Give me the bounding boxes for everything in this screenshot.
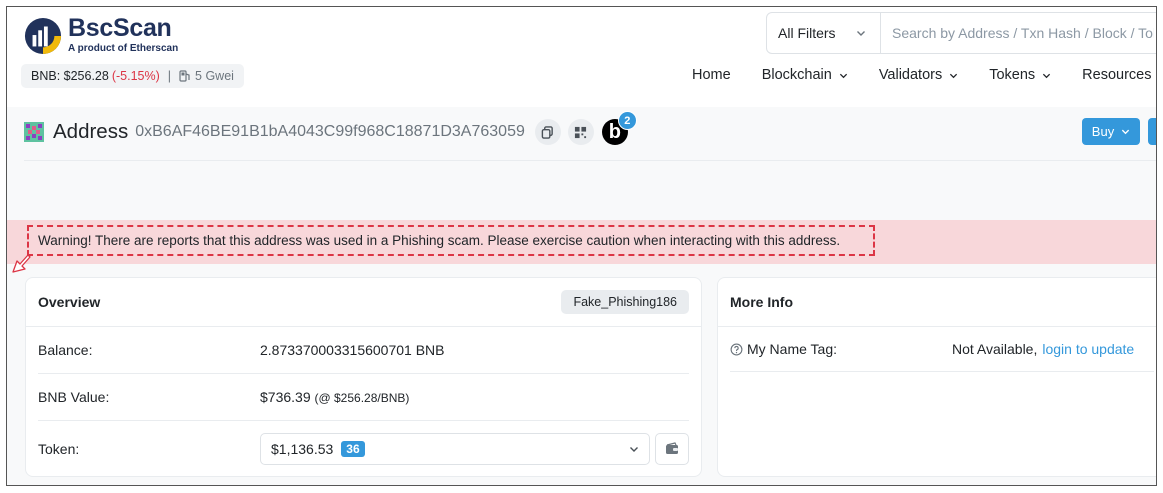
- overview-card-header: Overview Fake_Phishing186: [26, 278, 701, 327]
- chevron-down-icon: [1043, 73, 1051, 78]
- buy-button-label: Buy: [1091, 124, 1115, 139]
- bscscan-logo[interactable]: BscScan A product of Etherscan: [24, 16, 178, 55]
- nav-home[interactable]: Home: [692, 67, 731, 83]
- address-header: Address 0xB6AF46BE91B1bA4043C99f968C1887…: [24, 111, 637, 145]
- qr-code-icon: [575, 126, 587, 138]
- nav-blockchain-label: Blockchain: [761, 67, 832, 83]
- token-holdings-value: $1,136.53: [271, 441, 334, 457]
- nav-validators-label: Validators: [878, 67, 943, 83]
- login-to-update-link[interactable]: login to update: [1042, 341, 1134, 357]
- search-filter-dropdown[interactable]: All Filters: [767, 13, 881, 53]
- more-info-card: More Info My Name Tag: Not Available, lo…: [717, 277, 1156, 477]
- site-header: BscScan A product of Etherscan BNB: $256…: [7, 7, 1156, 107]
- nav-resources[interactable]: Resources: [1082, 67, 1156, 83]
- token-holdings-dropdown[interactable]: $1,136.53 36: [260, 433, 650, 465]
- address-hash: 0xB6AF46BE91B1bA4043C99f968C18871D3A7630…: [135, 123, 525, 140]
- token-row: Token: $1,136.53 36: [38, 421, 689, 477]
- chevron-down-icon: [1122, 129, 1130, 135]
- brand-name: BscScan: [68, 14, 172, 42]
- price-ticker: BNB: $256.28 (-5.15%) | 5 Gwei: [21, 64, 244, 88]
- main-content: Address 0xB6AF46BE91B1bA4043C99f968C1887…: [7, 107, 1156, 485]
- nav-resources-label: Resources: [1082, 67, 1152, 83]
- main-nav: Home Blockchain Validators Tokens Resour…: [692, 67, 1156, 83]
- search-bar: All Filters: [766, 12, 1156, 54]
- nav-tokens-label: Tokens: [989, 67, 1036, 83]
- nav-home-label: Home: [692, 67, 731, 83]
- question-circle-icon[interactable]: [730, 343, 743, 356]
- bscscan-logo-icon: [24, 17, 62, 54]
- name-tag-value: Not Available,: [952, 341, 1038, 357]
- bnb-value-amount: $736.39: [260, 389, 311, 405]
- bnb-value-rate: (@ $256.28/BNB): [314, 391, 410, 405]
- more-actions-button[interactable]: [1148, 118, 1156, 145]
- chevron-down-icon: [630, 447, 638, 452]
- gas-pump-icon: [179, 70, 190, 82]
- copy-address-button[interactable]: [534, 119, 561, 145]
- bnb-value-row: BNB Value: $736.39 (@ $256.28/BNB): [38, 374, 689, 421]
- qr-code-button[interactable]: [567, 119, 594, 145]
- bnb-price[interactable]: BNB: $256.28: [31, 69, 109, 83]
- blockscan-chat-button[interactable]: b 2: [601, 111, 637, 145]
- address-avatar-icon: [24, 122, 44, 142]
- overview-card: Overview Fake_Phishing186 Balance: 2.873…: [25, 277, 702, 477]
- gas-price[interactable]: 5 Gwei: [195, 69, 234, 83]
- header-divider: [24, 160, 1156, 161]
- nav-tokens[interactable]: Tokens: [989, 67, 1051, 83]
- wallet-icon: [666, 442, 678, 454]
- more-info-card-header: More Info: [718, 278, 1156, 327]
- page-title: Address: [53, 120, 129, 143]
- search-input[interactable]: [881, 13, 1156, 53]
- name-tag-label: My Name Tag:: [747, 341, 837, 357]
- token-count-badge: 36: [341, 441, 365, 457]
- bnb-value-label: BNB Value:: [38, 389, 110, 405]
- brand-tagline: A product of Etherscan: [68, 43, 179, 54]
- balance-value: 2.873370003315600701 BNB: [260, 342, 445, 358]
- chevron-down-icon: [857, 31, 865, 36]
- balance-label: Balance:: [38, 342, 93, 358]
- browser-frame: BscScan A product of Etherscan BNB: $256…: [6, 6, 1157, 486]
- nav-blockchain[interactable]: Blockchain: [762, 67, 848, 83]
- search-filter-label: All Filters: [778, 25, 836, 41]
- buy-button[interactable]: Buy: [1082, 118, 1140, 145]
- more-info-title: More Info: [730, 294, 793, 310]
- chevron-down-icon: [950, 73, 958, 78]
- wallet-button[interactable]: [655, 433, 689, 465]
- chevron-down-icon: [839, 73, 847, 78]
- name-tag-row: My Name Tag: Not Available, login to upd…: [730, 327, 1154, 372]
- balance-row: Balance: 2.873370003315600701 BNB: [38, 327, 689, 374]
- overview-title: Overview: [38, 294, 101, 310]
- phishing-warning-text: Warning! There are reports that this add…: [27, 225, 875, 256]
- annotation-arrow-icon: [12, 254, 31, 273]
- notification-count-badge: 2: [617, 111, 637, 130]
- token-label: Token:: [38, 441, 80, 457]
- nav-validators[interactable]: Validators: [879, 67, 958, 83]
- bnb-price-change: (-5.15%): [111, 69, 160, 83]
- name-tag-badge: Fake_Phishing186: [561, 290, 689, 314]
- ticker-separator: |: [167, 69, 172, 83]
- copy-icon: [542, 125, 554, 139]
